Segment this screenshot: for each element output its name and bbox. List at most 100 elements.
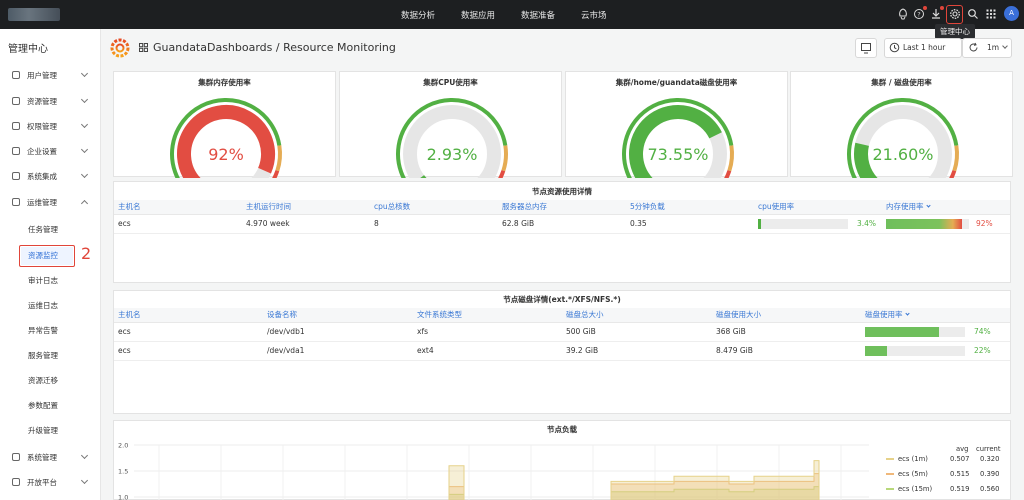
col-uptime[interactable]: 主机运行时间 bbox=[242, 200, 370, 215]
sidebar-group-2[interactable]: 权限管理 bbox=[0, 119, 101, 133]
sidebar-group-label: 系统集成 bbox=[27, 171, 57, 181]
col-total-memory[interactable]: 服务器总内存 bbox=[498, 200, 626, 215]
grafana-logo-icon[interactable] bbox=[110, 38, 130, 58]
mem-usage-value: 92% bbox=[976, 219, 993, 228]
sidebar-subitem-0[interactable]: 任务管理 bbox=[28, 224, 58, 235]
download-icon[interactable] bbox=[929, 6, 944, 21]
col-mem-usage-label: 内存使用率 bbox=[886, 202, 924, 212]
sidebar-group-label: 资源管理 bbox=[27, 96, 57, 106]
col-mem-usage[interactable]: 内存使用率 bbox=[882, 200, 1010, 215]
gauge-title: 集群CPU使用率 bbox=[423, 78, 478, 87]
gauge-threshold-1 bbox=[727, 145, 734, 172]
integration-icon bbox=[12, 172, 20, 180]
sidebar-group-label: 运维管理 bbox=[27, 197, 57, 207]
sidebar-group-1[interactable]: 资源管理 bbox=[0, 94, 101, 108]
notification-dot bbox=[923, 6, 927, 10]
disk-usage-value: 22% bbox=[974, 346, 991, 355]
sidebar-subitem-2[interactable]: 审计日志 bbox=[28, 275, 58, 286]
legend-swatch bbox=[886, 488, 894, 490]
sidebar-group-label: 用户管理 bbox=[27, 70, 57, 80]
cell-fs-type: ext4 bbox=[413, 341, 562, 361]
load-chart-panel: 节点负载 2.0 1.5 1.0 avg current ecs (1m) 0.507… bbox=[113, 420, 1011, 500]
col-fs-type[interactable]: 文件系统类型 bbox=[413, 308, 562, 323]
table-row: ecs/dev/vdb1 xfs 500 GiB 368 GiB 74% bbox=[114, 322, 1010, 342]
nav-cloud-market[interactable]: 云市场 bbox=[581, 9, 607, 21]
disk-usage-fill bbox=[865, 346, 887, 356]
disk-table: 主机名 设备名称 文件系统类型 磁盘总大小 磁盘使用大小 磁盘使用率 ecs/d… bbox=[114, 308, 1010, 361]
legend-header-avg[interactable]: avg bbox=[956, 445, 969, 453]
brand-logo[interactable] bbox=[8, 8, 60, 21]
chevron-down-icon bbox=[80, 145, 89, 154]
sidebar-subitem-4[interactable]: 异常告警 bbox=[28, 325, 58, 336]
refresh-picker[interactable]: 1m bbox=[962, 38, 1012, 58]
gauge-value-text: 73.55% bbox=[647, 145, 708, 164]
sidebar-subitem-5[interactable]: 服务管理 bbox=[28, 350, 58, 361]
svg-text:?: ? bbox=[917, 10, 920, 18]
legend-header-current[interactable]: current bbox=[976, 445, 1001, 453]
nav-data-prep[interactable]: 数据准备 bbox=[521, 9, 555, 21]
col-device[interactable]: 设备名称 bbox=[263, 308, 413, 323]
series-area-0[interactable] bbox=[134, 460, 869, 500]
legend-current: 0.320 bbox=[980, 455, 1000, 463]
tv-mode-button[interactable] bbox=[855, 38, 877, 58]
sidebar-subitem-1[interactable]: 资源监控 bbox=[28, 250, 58, 261]
disk-usage-bar: 22% bbox=[865, 345, 1010, 356]
time-range-picker[interactable]: Last 1 hour bbox=[884, 38, 962, 58]
search-icon[interactable] bbox=[966, 7, 980, 21]
clock-icon bbox=[889, 42, 900, 53]
sidebar-group-label: 系统管理 bbox=[27, 452, 57, 462]
cell-device: /dev/vdb1 bbox=[263, 322, 413, 342]
sidebar-group-0[interactable]: 用户管理 bbox=[0, 68, 101, 82]
y-tick-label: 1.0 bbox=[118, 494, 128, 500]
legend-current: 0.560 bbox=[980, 485, 1000, 493]
help-icon[interactable]: ? bbox=[912, 6, 927, 21]
col-disk-usage[interactable]: 磁盘使用率 bbox=[861, 308, 1010, 323]
col-load5[interactable]: 5分钟负载 bbox=[626, 200, 754, 215]
gauge-value-text: 92% bbox=[208, 145, 244, 164]
col-hostname[interactable]: 主机名 bbox=[114, 308, 263, 323]
cell-load5: 0.35 bbox=[626, 214, 754, 234]
cell-fs-type: xfs bbox=[413, 322, 562, 342]
sidebar-group-4[interactable]: 系统集成 bbox=[0, 169, 101, 183]
chevron-down-icon bbox=[1002, 43, 1008, 49]
sort-desc-icon bbox=[904, 311, 910, 316]
col-cpu-usage[interactable]: cpu使用率 bbox=[754, 200, 882, 215]
col-disk-used[interactable]: 磁盘使用大小 bbox=[712, 308, 861, 323]
sidebar-group-label: 企业设置 bbox=[27, 146, 57, 156]
col-cpu-cores[interactable]: cpu总核数 bbox=[370, 200, 498, 215]
nav-data-analysis[interactable]: 数据分析 bbox=[401, 9, 435, 21]
dashboard-grid-icon bbox=[139, 43, 148, 52]
cell-host: ecs bbox=[114, 322, 263, 342]
gear-icon[interactable] bbox=[946, 5, 963, 24]
nav-data-apps[interactable]: 数据应用 bbox=[461, 9, 495, 21]
sidebar-subitem-3[interactable]: 运维日志 bbox=[28, 300, 58, 311]
cpu-usage-bar: 3.4% bbox=[758, 218, 882, 229]
sidebar-subitem-7[interactable]: 参数配置 bbox=[28, 400, 58, 411]
enterprise-icon bbox=[12, 147, 20, 155]
gauge-threshold-1 bbox=[952, 145, 959, 172]
sidebar-group-bottom-1[interactable]: 开放平台 bbox=[0, 475, 101, 489]
apps-icon[interactable] bbox=[984, 7, 998, 21]
sidebar-group-bottom-0[interactable]: 系统管理 bbox=[0, 450, 101, 464]
chevron-down-icon bbox=[80, 476, 89, 485]
legend-name: ecs (15m) bbox=[898, 485, 933, 493]
load-chart[interactable]: 2.0 1.5 1.0 bbox=[114, 421, 874, 500]
breadcrumb[interactable]: GuandataDashboards / Resource Monitoring bbox=[153, 41, 396, 54]
rocket-icon[interactable] bbox=[896, 7, 910, 21]
sidebar-group-5[interactable]: 运维管理 bbox=[0, 195, 101, 209]
sidebar-group-3[interactable]: 企业设置 bbox=[0, 144, 101, 158]
col-disk-total[interactable]: 磁盘总大小 bbox=[562, 308, 712, 323]
legend-name: ecs (5m) bbox=[898, 470, 928, 478]
gauge-title: 集群/home/guandata磁盘使用率 bbox=[615, 78, 738, 87]
chevron-down-icon bbox=[80, 95, 89, 104]
disk-table-title: 节点磁盘详情(ext.*/XFS/NFS.*) bbox=[503, 295, 621, 304]
legend-swatch bbox=[886, 458, 894, 460]
gear-tooltip: 管理中心 bbox=[935, 24, 975, 39]
node-table-title: 节点资源使用详情 bbox=[532, 187, 592, 196]
avatar[interactable]: A bbox=[1004, 6, 1019, 21]
sidebar-subitem-6[interactable]: 资源迁移 bbox=[28, 375, 58, 386]
refresh-icon[interactable] bbox=[968, 42, 979, 53]
col-hostname[interactable]: 主机名 bbox=[114, 200, 242, 215]
sidebar-subitem-8[interactable]: 升级管理 bbox=[28, 425, 58, 436]
gauge-title: 集群 / 磁盘使用率 bbox=[871, 78, 932, 87]
